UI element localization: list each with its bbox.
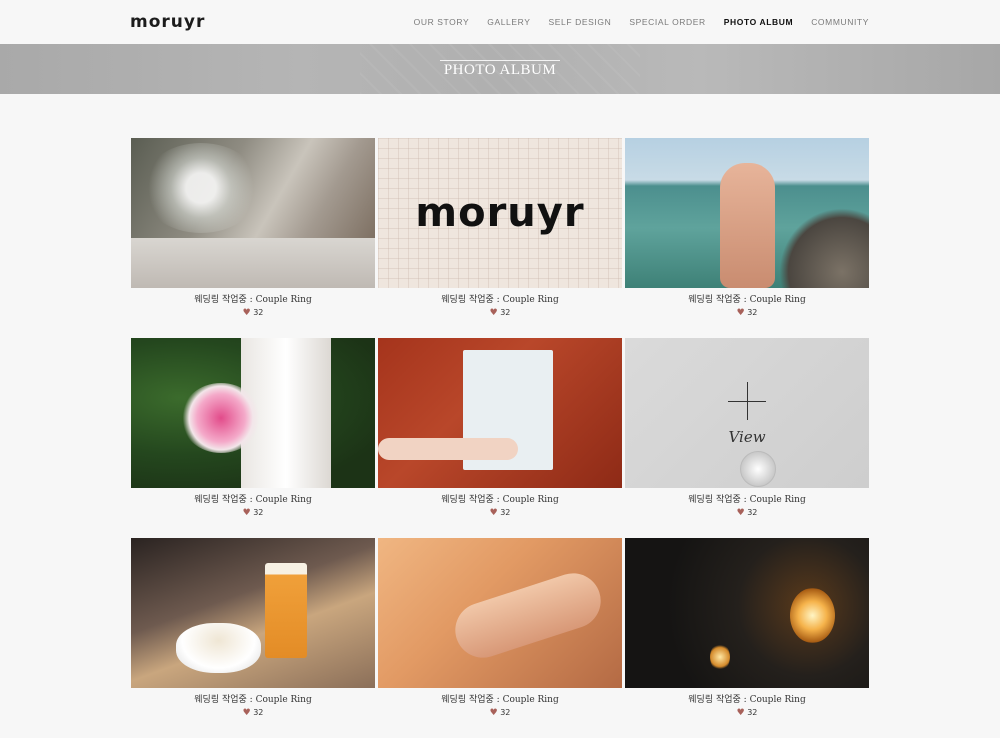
album-card[interactable]: 웨딩링 작업중 : Couple Ring ♥ 32 [378,538,622,738]
like-count: 32 [747,508,758,517]
album-card-title[interactable]: 웨딩링 작업중 : Couple Ring [131,292,375,305]
like-count: 32 [500,708,511,717]
site-logo[interactable]: moruyr [130,12,205,32]
album-card[interactable]: moruyr 웨딩링 작업중 : Couple Ring ♥ 32 [378,138,622,338]
heart-icon: ♥ [242,308,251,318]
album-photo-bracelet[interactable] [378,538,622,688]
photo-album-grid: 웨딩링 작업중 : Couple Ring ♥ 32 moruyr 웨딩링 작업… [131,138,869,738]
album-card-title[interactable]: 웨딩링 작업중 : Couple Ring [625,692,869,705]
photo-bulb [790,588,835,643]
photo-wrist [448,566,608,665]
photo-pendant [740,451,776,487]
heart-icon: ♥ [242,708,251,718]
album-card-title[interactable]: 웨딩링 작업중 : Couple Ring [625,292,869,305]
nav-our-story[interactable]: OUR STORY [414,17,470,27]
photo-arm [378,438,518,460]
photo-coffee-cup [176,623,261,673]
heart-icon: ♥ [736,308,745,318]
heart-icon: ♥ [736,708,745,718]
heart-icon: ♥ [489,708,498,718]
photo-beer-glass [265,563,307,658]
album-card[interactable]: 웨딩링 작업중 : Couple Ring ♥ 32 [131,538,375,738]
nav-gallery[interactable]: GALLERY [487,17,530,27]
view-overlay-label[interactable]: View [625,428,869,446]
nav-self-design[interactable]: SELF DESIGN [549,17,612,27]
album-card-title[interactable]: 웨딩링 작업중 : Couple Ring [625,492,869,505]
album-card-likes: ♥ 32 [625,508,869,518]
album-photo-coffee-beer[interactable] [131,538,375,688]
album-card[interactable]: 웨딩링 작업중 : Couple Ring ♥ 32 [625,538,869,738]
album-card-likes: ♥ 32 [625,708,869,718]
like-count: 32 [500,308,511,317]
album-photo-drawing-desk[interactable] [378,338,622,488]
album-card-likes: ♥ 32 [131,508,375,518]
plus-icon-vertical [747,382,748,420]
heart-icon: ♥ [736,508,745,518]
photo-table-surface [131,238,375,288]
album-card-title[interactable]: 웨딩링 작업중 : Couple Ring [378,692,622,705]
album-photo-bride-bouquet[interactable] [131,338,375,488]
nav-photo-album[interactable]: PHOTO ALBUM [724,17,793,27]
album-card[interactable]: 웨딩링 작업중 : Couple Ring ♥ 32 [378,338,622,538]
like-count: 32 [747,308,758,317]
photo-rocks [779,208,869,288]
like-count: 32 [253,508,264,517]
album-photo-edison-bulbs[interactable] [625,538,869,688]
main-nav: OUR STORY GALLERY SELF DESIGN SPECIAL OR… [414,17,869,27]
album-card[interactable]: 웨딩링 작업중 : Couple Ring ♥ 32 [625,138,869,338]
like-count: 32 [253,708,264,717]
album-card-likes: ♥ 32 [131,308,375,318]
heart-icon: ♥ [489,308,498,318]
album-card-title[interactable]: 웨딩링 작업중 : Couple Ring [131,692,375,705]
photo-bouquet [181,383,261,453]
heart-icon: ♥ [242,508,251,518]
album-card-likes: ♥ 32 [625,308,869,318]
album-card-title[interactable]: 웨딩링 작업중 : Couple Ring [131,492,375,505]
album-card[interactable]: 웨딩링 작업중 : Couple Ring ♥ 32 [131,138,375,338]
page-title: PHOTO ALBUM [443,62,557,78]
album-card-likes: ♥ 32 [378,508,622,518]
album-photo-logo-sketch[interactable]: moruyr [378,138,622,288]
banner-divider [440,60,560,61]
photo-hand [720,163,775,288]
top-navigation-bar: moruyr OUR STORY GALLERY SELF DESIGN SPE… [0,0,1000,44]
photo-flowers [141,143,261,233]
album-photo-necklace-hover[interactable]: View [625,338,869,488]
album-card-likes: ♥ 32 [131,708,375,718]
album-card[interactable]: View 웨딩링 작업중 : Couple Ring ♥ 32 [625,338,869,538]
nav-special-order[interactable]: SPECIAL ORDER [629,17,705,27]
album-card[interactable]: 웨딩링 작업중 : Couple Ring ♥ 32 [131,338,375,538]
like-count: 32 [500,508,511,517]
album-card-likes: ♥ 32 [378,708,622,718]
like-count: 32 [253,308,264,317]
album-photo-peace-sign[interactable] [625,138,869,288]
photo-bulb-small [710,643,730,671]
nav-community[interactable]: COMMUNITY [811,17,869,27]
album-card-title[interactable]: 웨딩링 작업중 : Couple Ring [378,292,622,305]
like-count: 32 [747,708,758,717]
heart-icon: ♥ [489,508,498,518]
album-card-likes: ♥ 32 [378,308,622,318]
album-photo-wedding-table[interactable] [131,138,375,288]
photo-logo-text: moruyr [415,190,585,236]
album-card-title[interactable]: 웨딩링 작업중 : Couple Ring [378,492,622,505]
